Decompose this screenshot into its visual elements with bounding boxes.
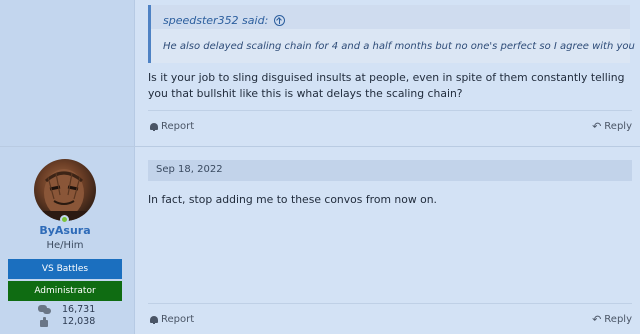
post-date-bar: Sep 18, 2022: [148, 160, 632, 181]
reply-button[interactable]: ↶ Reply: [592, 312, 632, 326]
bell-icon: [150, 315, 158, 324]
chat-icon: [38, 305, 52, 315]
reactions-stat: 12,038: [38, 316, 95, 327]
user-pronouns: He/Him: [46, 240, 84, 251]
user-column: [0, 0, 135, 146]
reactions-count: 12,038: [62, 316, 96, 327]
messages-stat: 16,731: [38, 304, 95, 315]
post-2: ByAsura He/Him VS Battles Administrator …: [0, 147, 640, 334]
reply-button[interactable]: ↶ Reply: [592, 119, 632, 133]
messages-count: 16,731: [62, 304, 96, 315]
quote-author-link[interactable]: speedster352 said:: [163, 14, 268, 27]
user-banner-administrator: Administrator: [8, 281, 122, 301]
quote-text: He also delayed scaling chain for 4 and …: [163, 41, 635, 52]
report-label: Report: [161, 121, 195, 132]
reply-label: Reply: [604, 121, 632, 132]
message-text: In fact, stop adding me to these convos …: [148, 193, 437, 206]
post-content: Sep 18, 2022 In fact, stop adding me to …: [136, 147, 640, 334]
reply-label: Reply: [604, 314, 632, 325]
arrow-circle-up-icon[interactable]: [274, 14, 286, 26]
post-1: speedster352 said: He also delayed scali…: [0, 0, 640, 146]
report-label: Report: [161, 314, 195, 325]
user-column: ByAsura He/Him VS Battles Administrator …: [0, 147, 135, 334]
reply-icon: ↶: [592, 312, 602, 326]
quote-header: speedster352 said:: [151, 5, 630, 29]
report-button[interactable]: Report: [150, 314, 194, 325]
post-date-link[interactable]: Sep 18, 2022: [156, 164, 223, 175]
user-banner-vs-battles: VS Battles: [8, 259, 122, 279]
post-footer-divider: [148, 303, 632, 304]
username-link[interactable]: ByAsura: [0, 224, 130, 237]
report-button[interactable]: Report: [150, 121, 194, 132]
post-footer-divider: [148, 110, 632, 111]
avatar-image: [34, 169, 96, 221]
bell-icon: [150, 122, 158, 131]
thumbs-up-icon: [38, 317, 52, 327]
message-text: Is it your job to sling disguised insult…: [148, 71, 625, 100]
post-content: speedster352 said: He also delayed scali…: [136, 0, 640, 146]
online-status-icon: [60, 215, 69, 224]
avatar[interactable]: [34, 159, 96, 221]
reply-icon: ↶: [592, 119, 602, 133]
quote-block: speedster352 said: He also delayed scali…: [148, 5, 635, 63]
